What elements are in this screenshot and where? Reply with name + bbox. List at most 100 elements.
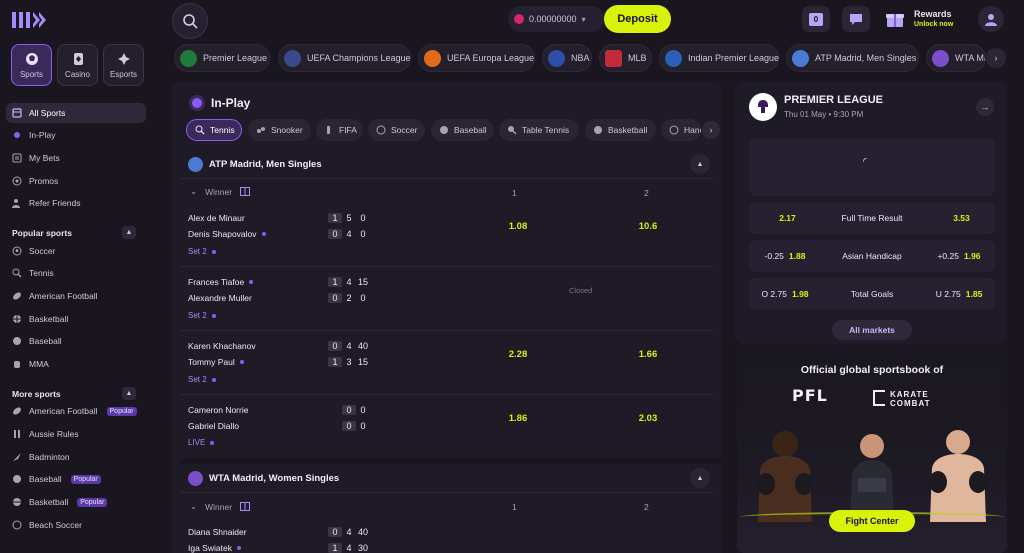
league-chip-wta-madrid[interactable]: WTA Ma... [926,44,986,72]
league-chip-nba[interactable]: NBA [542,44,592,72]
tab-snooker[interactable]: Snooker [248,119,311,141]
rewards-button[interactable] [880,6,910,32]
nav-promos[interactable]: Promos [6,171,146,191]
sidebar-item-label: Tennis [29,268,54,278]
fight-center-button[interactable]: Fight Center [829,510,915,532]
popular-sports-toggle[interactable]: ▲ [122,226,136,239]
odds-button-left[interactable]: 2.17 [749,213,821,223]
tab-label: Tennis [210,125,235,135]
league-chip-atp-madrid[interactable]: ATP Madrid, Men Singles [786,44,919,72]
odds-button-home[interactable]: 1.86 [488,413,548,424]
chat-button[interactable] [842,6,870,32]
league-chip-champions-league[interactable]: UEFA Champions League [278,44,411,72]
tab-baseball[interactable]: Baseball [431,119,494,141]
odds-button-left[interactable]: -0.25 1.88 [749,251,821,261]
score-row-2: 00 [328,421,370,431]
league-chip-ipl[interactable]: Indian Premier League [659,44,779,72]
sidebar-item-basketball-more[interactable]: Basketball Popular [6,492,146,512]
league-chip-premier-league[interactable]: Premier League [174,44,270,72]
tournament-collapse-button[interactable]: ▲ [690,154,710,174]
deposit-button[interactable]: Deposit [604,5,671,33]
tabs-scroll-right-button[interactable]: › [702,121,720,139]
category-label: Esports [109,69,138,79]
tab-tennis[interactable]: Tennis [186,119,242,141]
tournament-header[interactable]: ATP Madrid, Men Singles [188,150,322,178]
sidebar-item-baseball[interactable]: Baseball [6,331,146,351]
chevron-down-icon: ▾ [581,14,586,24]
sidebar-item-mma[interactable]: MMA [6,354,146,374]
score-row-2: 040 [328,229,370,239]
sidebar-item-aussie-rules[interactable]: Aussie Rules [6,424,146,444]
divider [180,394,714,395]
score-row-2: 020 [328,293,370,303]
brand-logo[interactable] [10,10,48,30]
odds-button-away[interactable]: 1.66 [618,349,678,360]
chips-scroll-right-button[interactable]: › [986,48,1006,68]
sidebar-item-beach-soccer[interactable]: Beach Soccer [6,515,146,535]
score-row-2: 1 3 15 [328,357,370,367]
nav-label: Promos [29,176,59,186]
premier-league-icon [180,49,197,67]
tab-soccer[interactable]: Soccer [368,119,425,141]
sidebar-item-tennis[interactable]: Tennis [6,263,146,283]
avatar[interactable] [978,6,1004,32]
sidebar-item-american-football-more[interactable]: American Football Popular [6,401,146,421]
category-casino[interactable]: Casino [57,44,98,86]
nav-in-play[interactable]: In-Play [6,125,146,145]
tab-handball[interactable]: Hand [661,119,701,141]
category-esports[interactable]: Esports [103,44,144,86]
more-sports-toggle[interactable]: ▲ [122,387,136,400]
category-sports[interactable]: Sports [11,44,52,86]
wallet-button[interactable]: 0 [802,6,830,32]
search-button[interactable] [172,3,208,39]
odds-button-left[interactable]: O 2.75 1.98 [749,289,821,299]
chevron-down-icon[interactable]: ⌄ [190,501,197,512]
player-1: Cameron Norrie [188,405,249,415]
handball-icon [669,125,679,135]
all-sports-icon [12,108,22,118]
odds-button-home[interactable]: 2.28 [488,349,548,360]
nav-label: In-Play [29,130,56,140]
stats-icon[interactable] [240,187,251,196]
nav-all-sports[interactable]: All Sports [6,103,146,123]
rewards-subtitle[interactable]: Unlock now [914,21,953,28]
odds-button-right[interactable]: +0.25 1.96 [923,251,995,261]
chevron-down-icon[interactable]: ⌄ [190,186,197,197]
tournament-collapse-button[interactable]: ▲ [690,468,710,488]
odds-button-away[interactable]: 2.03 [618,413,678,424]
match-status: Set 2 [188,247,216,256]
odds-button-away[interactable]: 10.6 [618,221,678,232]
rewards-title[interactable]: Rewards [914,9,952,19]
league-chip-europa-league[interactable]: UEFA Europa League [418,44,535,72]
balance-amount: 0.00000000 [529,14,577,24]
sidebar-item-basketball[interactable]: Basketball [6,309,146,329]
live-dot-icon [12,130,22,140]
promo-title: Official global sportsbook of [800,364,944,376]
tournament-header[interactable]: WTA Madrid, Women Singles [188,464,339,492]
nav-refer-friends[interactable]: Refer Friends [6,193,146,213]
sidebar-item-american-football[interactable]: American Football [6,286,146,306]
odds-button-right[interactable]: 3.53 [923,213,995,223]
popular-badge: Popular [77,497,108,507]
balance-selector[interactable]: 0.00000000 ▾ [508,6,604,32]
pfl-logo: PFL [792,386,828,405]
odds-button-right[interactable]: U 2.75 1.85 [923,289,995,299]
american-football-icon [12,291,22,301]
stats-icon[interactable] [240,502,251,511]
sidebar-item-baseball-more[interactable]: Baseball Popular [6,469,146,489]
sidebar-item-soccer[interactable]: Soccer [6,241,146,261]
market-name: Total Goals [850,289,894,299]
league-chip-mlb[interactable]: MLB [599,44,652,72]
nav-my-bets[interactable]: My Bets [6,148,146,168]
odds-button-home[interactable]: 1.08 [488,221,548,232]
fighters-image [757,430,987,522]
featured-open-button[interactable]: → [976,98,994,116]
tab-table-tennis[interactable]: Table Tennis [499,119,579,141]
player-2: Alexandre Muller [188,293,252,303]
all-markets-button[interactable]: All markets [832,320,912,340]
tab-basketball[interactable]: Basketball [585,119,656,141]
sidebar-item-label: Baseball [29,336,62,346]
chat-icon [848,12,864,26]
tab-fifa[interactable]: FIFA [316,119,363,141]
sidebar-item-badminton[interactable]: Badminton [6,447,146,467]
